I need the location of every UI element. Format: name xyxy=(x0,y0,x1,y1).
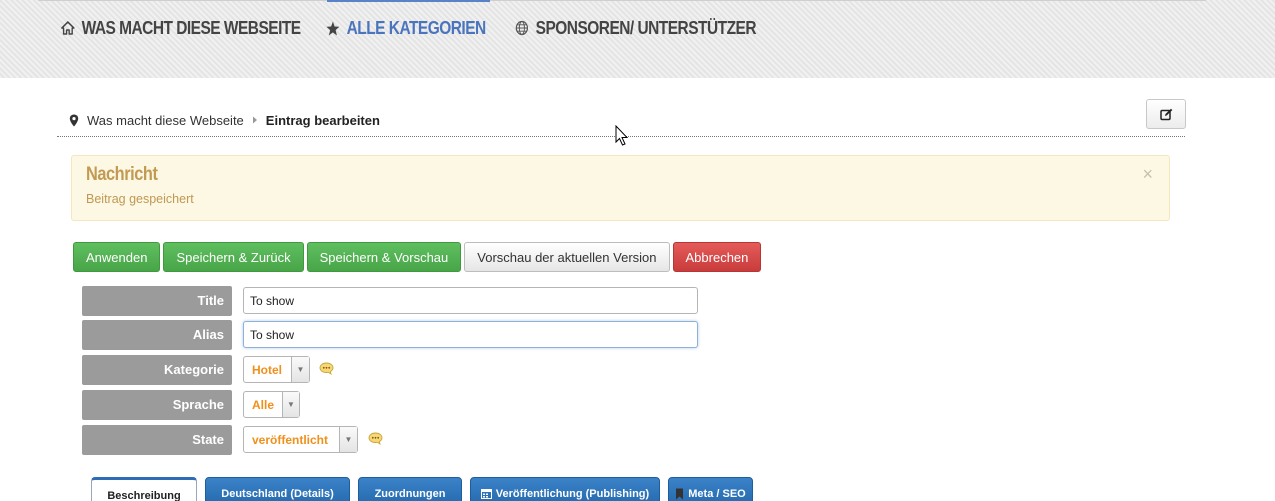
nav-item-all-categories-label: ALLE KATEGORIEN xyxy=(346,17,487,38)
tab-assignments-label: Zuordnungen xyxy=(374,488,446,500)
category-label: Kategorie xyxy=(82,355,232,385)
message-alert: Nachricht Beitrag gespeichert × xyxy=(71,155,1170,221)
top-border-line xyxy=(38,0,1206,1)
close-icon[interactable]: × xyxy=(1142,164,1153,185)
tab-meta-seo[interactable]: Meta / SEO xyxy=(668,477,753,501)
breadcrumb: Was macht diese Webseite Eintrag bearbei… xyxy=(69,110,380,130)
alias-input[interactable] xyxy=(243,321,698,348)
message-title: Nachricht xyxy=(86,164,158,185)
language-select-value: Alle xyxy=(252,397,275,412)
tab-description-label: Beschreibung xyxy=(107,490,181,501)
star-icon xyxy=(326,21,340,35)
edit-button[interactable] xyxy=(1146,99,1186,129)
chevron-down-icon: ▼ xyxy=(339,427,357,452)
cancel-button[interactable]: Abbrechen xyxy=(672,242,762,272)
edit-icon xyxy=(1159,108,1172,120)
breadcrumb-link-about[interactable]: Was macht diese Webseite xyxy=(87,113,244,128)
tab-publishing[interactable]: Veröffentlichung (Publishing) xyxy=(470,477,660,501)
state-label: State xyxy=(82,425,232,455)
globe-icon xyxy=(515,20,529,36)
help-bubble-icon[interactable] xyxy=(368,432,383,445)
help-bubble-icon[interactable] xyxy=(319,362,334,375)
tab-description[interactable]: Beschreibung xyxy=(91,477,197,501)
nav-item-about[interactable]: WAS MACHT DIESE WEBSEITE xyxy=(61,16,301,40)
breadcrumb-current: Eintrag bearbeiten xyxy=(265,112,380,128)
tab-germany-details-label: Deutschland (Details) xyxy=(221,488,334,500)
title-label: Title xyxy=(82,286,232,316)
map-marker-icon xyxy=(69,114,79,126)
nav-item-sponsors-label: SPONSOREN/ UNTERSTÜTZER xyxy=(535,17,757,38)
category-select-value: Hotel xyxy=(252,362,282,377)
bookmark-icon xyxy=(676,488,684,500)
title-input[interactable] xyxy=(243,287,698,314)
category-select[interactable]: Hotel ▼ xyxy=(243,356,310,383)
language-label: Sprache xyxy=(82,390,232,420)
calendar-icon xyxy=(480,489,492,499)
language-select[interactable]: Alle ▼ xyxy=(243,391,300,418)
tab-assignments[interactable]: Zuordnungen xyxy=(358,477,462,501)
nav-item-all-categories[interactable]: ALLE KATEGORIEN xyxy=(326,16,486,40)
chevron-down-icon: ▼ xyxy=(282,392,299,417)
form-row-alias: Alias xyxy=(82,320,702,350)
tab-germany-details[interactable]: Deutschland (Details) xyxy=(205,477,350,501)
mouse-cursor-icon xyxy=(615,125,629,146)
save-and-preview-button[interactable]: Speichern & Vorschau xyxy=(306,242,462,272)
toolbar: Anwenden Speichern & Zurück Speichern & … xyxy=(73,242,762,272)
state-select-value: veröffentlicht xyxy=(252,432,329,447)
save-and-back-button[interactable]: Speichern & Zurück xyxy=(163,242,304,272)
active-nav-indicator xyxy=(327,0,490,2)
preview-current-version-button[interactable]: Vorschau der aktuellen Version xyxy=(464,242,670,272)
alias-label: Alias xyxy=(82,320,232,350)
tab-publishing-label: Veröffentlichung (Publishing) xyxy=(495,488,650,500)
form-row-state: State veröffentlicht ▼ xyxy=(82,425,402,455)
chevron-down-icon: ▼ xyxy=(291,357,309,382)
message-text: Beitrag gespeichert xyxy=(86,192,194,206)
apply-button[interactable]: Anwenden xyxy=(73,242,161,272)
state-select[interactable]: veröffentlicht ▼ xyxy=(243,426,358,453)
form-row-title: Title xyxy=(82,286,702,316)
form-row-category: Kategorie Hotel ▼ xyxy=(82,355,382,385)
form-row-language: Sprache Alle ▼ xyxy=(82,390,382,420)
caret-right-icon xyxy=(252,116,257,124)
tab-meta-seo-label: Meta / SEO xyxy=(688,488,746,500)
top-navigation: WAS MACHT DIESE WEBSEITE ALLE KATEGORIEN… xyxy=(0,0,1275,78)
home-icon xyxy=(61,21,75,35)
nav-item-about-label: WAS MACHT DIESE WEBSEITE xyxy=(81,17,301,38)
nav-item-sponsors[interactable]: SPONSOREN/ UNTERSTÜTZER xyxy=(515,16,757,40)
